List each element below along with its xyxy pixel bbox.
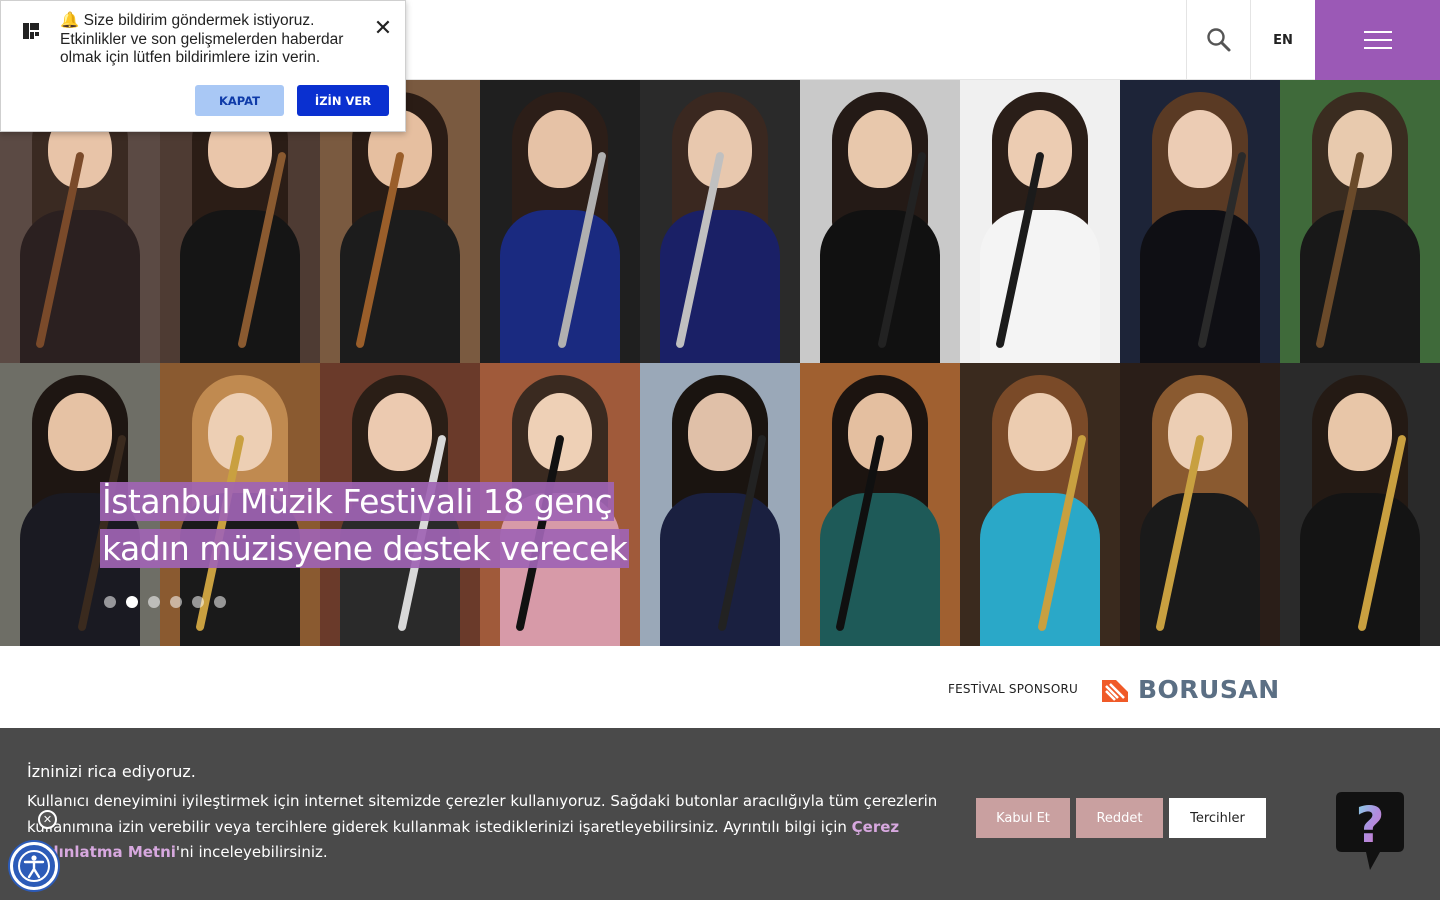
hamburger-icon	[1363, 31, 1392, 49]
sponsor-logo[interactable]: BORUSAN	[1100, 674, 1280, 704]
hero-photo-tile	[1120, 363, 1280, 646]
accessibility-icon	[18, 850, 50, 882]
slider-dot[interactable]	[126, 596, 138, 608]
hero-photo-tile	[800, 80, 960, 363]
cookie-preferences-button[interactable]: Tercihler	[1169, 798, 1266, 838]
hero-photo-tile	[800, 363, 960, 646]
site-logo-icon	[22, 22, 40, 40]
hero-photo-tile	[960, 363, 1120, 646]
question-bubble-icon: ?	[1336, 792, 1404, 870]
help-chat-button[interactable]: ?	[1336, 792, 1404, 872]
accept-cookies-button[interactable]: Kabul Et	[976, 798, 1070, 838]
notification-dismiss-button[interactable]: KAPAT	[195, 85, 284, 116]
hero-caption-text: İstanbul Müzik Festivali 18 genç kadın m…	[100, 482, 630, 568]
cookie-banner: İzninizi rica ediyoruz. Kullanıcı deneyi…	[0, 728, 1440, 900]
slider-dot[interactable]	[192, 596, 204, 608]
slider-dot[interactable]	[104, 596, 116, 608]
hero-photo-tile	[1280, 363, 1440, 646]
menu-button[interactable]	[1315, 0, 1440, 80]
hero-photo-tile	[960, 80, 1120, 363]
hero-caption[interactable]: İstanbul Müzik Festivali 18 genç kadın m…	[100, 478, 660, 572]
cookie-text-after: 'ni inceleyebilirsiniz.	[175, 843, 328, 861]
search-icon	[1206, 28, 1230, 52]
language-switch-button[interactable]: EN	[1250, 0, 1315, 80]
notification-allow-button[interactable]: İZİN VER	[297, 85, 389, 116]
notification-permission-popup: 🔔 Size bildirim göndermek istiyoruz. Etk…	[0, 0, 406, 132]
cookie-text-before: Kullanıcı deneyimini iyileştirmek için i…	[27, 792, 938, 836]
sponsor-label: FESTİVAL SPONSORU	[948, 682, 1078, 696]
slider-dots	[104, 596, 226, 608]
hero-photo-tile	[1280, 80, 1440, 363]
slider-dot[interactable]	[170, 596, 182, 608]
sponsor-strip: FESTİVAL SPONSORU BORUSAN	[0, 646, 1440, 728]
slider-dot[interactable]	[148, 596, 160, 608]
search-button[interactable]	[1186, 0, 1250, 80]
reject-cookies-button[interactable]: Reddet	[1076, 798, 1163, 838]
slider-dot[interactable]	[214, 596, 226, 608]
hero-photo-tile	[640, 80, 800, 363]
hero-photo-tile	[1120, 80, 1280, 363]
hero-photo-tile	[640, 363, 800, 646]
borusan-mark-icon	[1102, 680, 1128, 702]
accessibility-close-icon[interactable]: ✕	[38, 810, 57, 829]
sponsor-logo-text: BORUSAN	[1138, 674, 1280, 704]
cookie-text: Kullanıcı deneyimini iyileştirmek için i…	[27, 789, 947, 866]
hero-photo-tile	[480, 80, 640, 363]
accessibility-button[interactable]	[10, 842, 58, 890]
cookie-title: İzninizi rica ediyoruz.	[27, 762, 196, 781]
notification-message: 🔔 Size bildirim göndermek istiyoruz. Etk…	[60, 12, 344, 66]
close-icon[interactable]: ✕	[373, 18, 393, 40]
help-symbol: ?	[1355, 796, 1384, 854]
